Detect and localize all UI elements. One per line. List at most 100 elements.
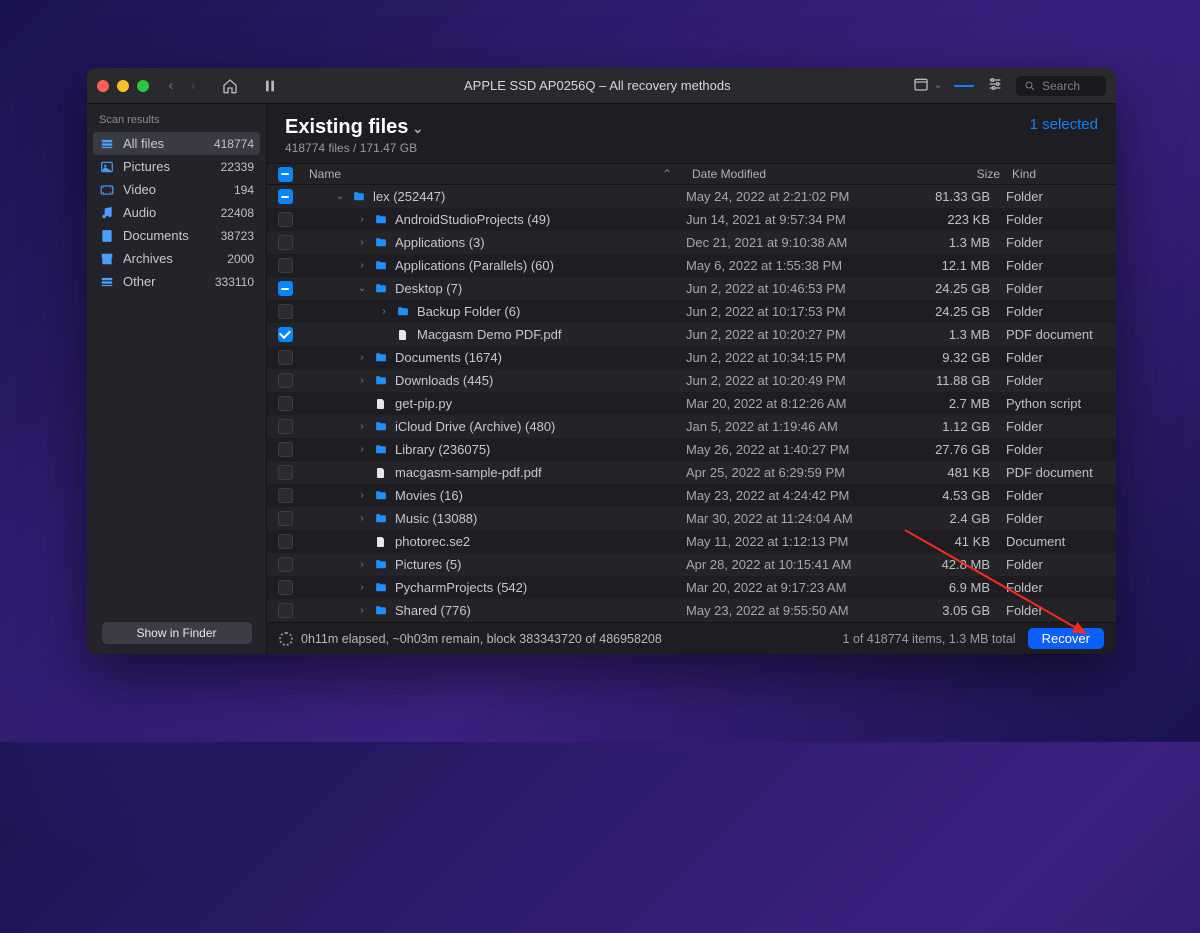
- file-name: iCloud Drive (Archive) (480): [395, 419, 555, 434]
- file-name: Applications (Parallels) (60): [395, 258, 554, 273]
- file-date: Jan 5, 2022 at 1:19:46 AM: [686, 419, 906, 434]
- sidebar-item-documents[interactable]: Documents 38723: [87, 224, 266, 247]
- disclosure-icon[interactable]: ›: [357, 375, 367, 386]
- sidebar-item-other[interactable]: Other 333110: [87, 270, 266, 293]
- row-checkbox[interactable]: [278, 534, 293, 549]
- section-title[interactable]: Existing files⌄: [285, 116, 423, 139]
- row-checkbox[interactable]: [278, 212, 293, 227]
- row-checkbox[interactable]: [278, 235, 293, 250]
- scan-progress-indicator: [954, 85, 974, 87]
- disclosure-icon[interactable]: ›: [357, 605, 367, 616]
- file-size: 24.25 GB: [906, 304, 1006, 319]
- table-row[interactable]: › Downloads (445) Jun 2, 2022 at 10:20:4…: [267, 369, 1116, 392]
- folder-icon: [373, 443, 389, 457]
- column-date[interactable]: Date Modified: [686, 167, 906, 181]
- file-date: Jun 2, 2022 at 10:46:53 PM: [686, 281, 906, 296]
- settings-icon[interactable]: [986, 76, 1004, 95]
- disclosure-icon[interactable]: ›: [357, 214, 367, 225]
- folder-icon: [373, 213, 389, 227]
- disclosure-icon[interactable]: ›: [357, 260, 367, 271]
- file-name: lex (252447): [373, 189, 445, 204]
- column-kind[interactable]: Kind: [1006, 167, 1116, 181]
- file-name: Backup Folder (6): [417, 304, 520, 319]
- row-checkbox[interactable]: [278, 396, 293, 411]
- select-all-checkbox[interactable]: [278, 167, 293, 182]
- titlebar: ‹ › APPLE SSD AP0256Q – All recovery met…: [87, 68, 1116, 104]
- disclosure-icon[interactable]: ›: [357, 421, 367, 432]
- table-row[interactable]: › Backup Folder (6) Jun 2, 2022 at 10:17…: [267, 300, 1116, 323]
- file-icon: [395, 328, 411, 342]
- maximize-button[interactable]: [137, 80, 149, 92]
- sidebar-item-label: Documents: [123, 228, 189, 243]
- file-kind: Folder: [1006, 235, 1116, 250]
- row-checkbox[interactable]: [278, 373, 293, 388]
- chevron-down-icon[interactable]: ⌄: [934, 80, 942, 91]
- disclosure-icon[interactable]: ›: [357, 237, 367, 248]
- forward-button[interactable]: ›: [185, 77, 201, 94]
- row-checkbox[interactable]: [278, 603, 293, 618]
- sidebar-item-audio[interactable]: Audio 22408: [87, 201, 266, 224]
- row-checkbox[interactable]: [278, 281, 293, 296]
- minimize-button[interactable]: [117, 80, 129, 92]
- sidebar-item-label: Archives: [123, 251, 173, 266]
- stack-icon: [99, 275, 115, 289]
- row-checkbox[interactable]: [278, 350, 293, 365]
- folder-icon: [373, 512, 389, 526]
- row-checkbox[interactable]: [278, 557, 293, 572]
- disclosure-icon[interactable]: ›: [357, 444, 367, 455]
- table-row[interactable]: macgasm-sample-pdf.pdf Apr 25, 2022 at 6…: [267, 461, 1116, 484]
- disclosure-icon[interactable]: ›: [357, 490, 367, 501]
- sidebar-item-label: Audio: [123, 205, 156, 220]
- row-checkbox[interactable]: [278, 258, 293, 273]
- file-size: 481 KB: [906, 465, 1006, 480]
- table-row[interactable]: › AndroidStudioProjects (49) Jun 14, 202…: [267, 208, 1116, 231]
- disclosure-icon[interactable]: ›: [357, 582, 367, 593]
- row-checkbox[interactable]: [278, 189, 293, 204]
- close-button[interactable]: [97, 80, 109, 92]
- row-checkbox[interactable]: [278, 488, 293, 503]
- row-checkbox[interactable]: [278, 511, 293, 526]
- table-row[interactable]: › Movies (16) May 23, 2022 at 4:24:42 PM…: [267, 484, 1116, 507]
- sidebar-item-video[interactable]: Video 194: [87, 178, 266, 201]
- table-row[interactable]: › Applications (3) Dec 21, 2021 at 9:10:…: [267, 231, 1116, 254]
- table-row[interactable]: Macgasm Demo PDF.pdf Jun 2, 2022 at 10:2…: [267, 323, 1116, 346]
- row-checkbox[interactable]: [278, 465, 293, 480]
- table-row[interactable]: get-pip.py Mar 20, 2022 at 8:12:26 AM 2.…: [267, 392, 1116, 415]
- table-row[interactable]: ⌄ Desktop (7) Jun 2, 2022 at 10:46:53 PM…: [267, 277, 1116, 300]
- row-checkbox[interactable]: [278, 304, 293, 319]
- disclosure-icon[interactable]: ›: [357, 352, 367, 363]
- file-icon: [373, 535, 389, 549]
- table-row[interactable]: ⌄ lex (252447) May 24, 2022 at 2:21:02 P…: [267, 185, 1116, 208]
- file-name: Downloads (445): [395, 373, 493, 388]
- column-name[interactable]: Name⌃: [303, 167, 686, 181]
- disclosure-icon[interactable]: ⌄: [357, 283, 367, 294]
- disclosure-icon[interactable]: ⌄: [335, 191, 345, 202]
- file-date: Mar 20, 2022 at 8:12:26 AM: [686, 396, 906, 411]
- table-row[interactable]: › iCloud Drive (Archive) (480) Jan 5, 20…: [267, 415, 1116, 438]
- sidebar-item-archives[interactable]: Archives 2000: [87, 247, 266, 270]
- back-button[interactable]: ‹: [163, 77, 179, 94]
- table-row[interactable]: › Library (236075) May 26, 2022 at 1:40:…: [267, 438, 1116, 461]
- row-checkbox[interactable]: [278, 580, 293, 595]
- file-date: May 24, 2022 at 2:21:02 PM: [686, 189, 906, 204]
- file-name: PycharmProjects (542): [395, 580, 527, 595]
- disclosure-icon[interactable]: ›: [379, 306, 389, 317]
- home-button[interactable]: [217, 73, 243, 99]
- search-field[interactable]: Search: [1016, 76, 1106, 96]
- sidebar-item-all-files[interactable]: All files 418774: [93, 132, 260, 155]
- spinner-icon: [279, 632, 293, 646]
- calendar-icon[interactable]: [912, 76, 930, 95]
- table-row[interactable]: › Documents (1674) Jun 2, 2022 at 10:34:…: [267, 346, 1116, 369]
- column-size[interactable]: Size: [906, 167, 1006, 181]
- row-checkbox[interactable]: [278, 419, 293, 434]
- show-in-finder-button[interactable]: Show in Finder: [102, 622, 252, 644]
- sidebar-item-pictures[interactable]: Pictures 22339: [87, 155, 266, 178]
- table-row[interactable]: › Applications (Parallels) (60) May 6, 2…: [267, 254, 1116, 277]
- pause-button[interactable]: [257, 73, 283, 99]
- row-checkbox[interactable]: [278, 442, 293, 457]
- row-checkbox[interactable]: [278, 327, 293, 342]
- disclosure-icon[interactable]: ›: [357, 559, 367, 570]
- disclosure-icon[interactable]: ›: [357, 513, 367, 524]
- file-date: Apr 28, 2022 at 10:15:41 AM: [686, 557, 906, 572]
- window-controls: [97, 80, 149, 92]
